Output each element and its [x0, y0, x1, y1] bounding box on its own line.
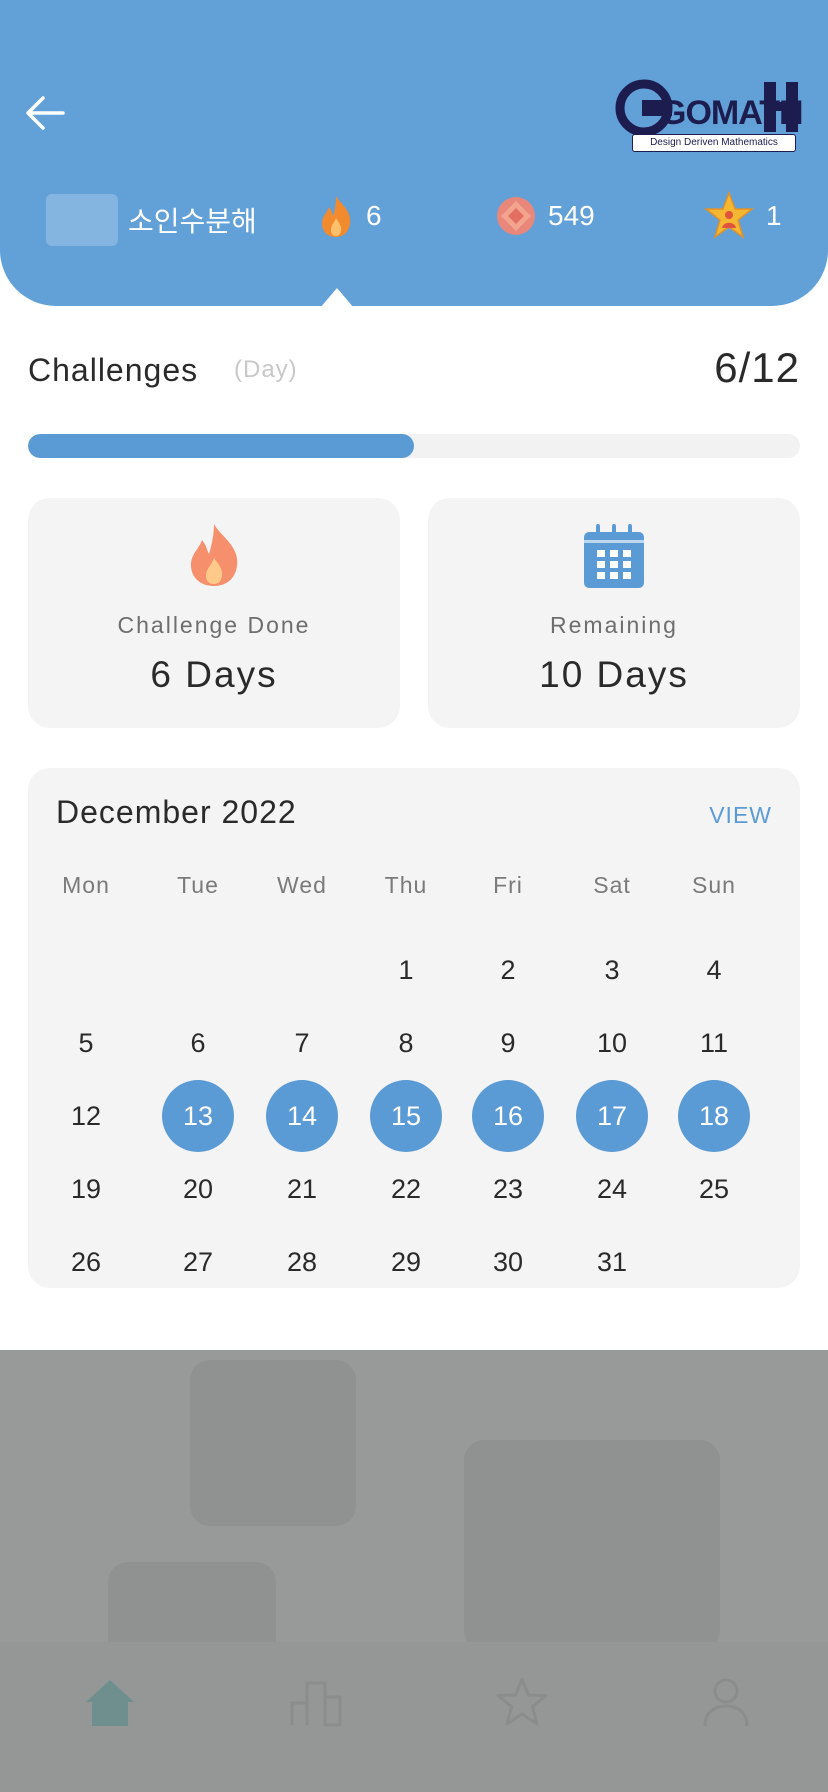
logo-tagline: Design Deriven Mathematics — [632, 134, 796, 152]
calendar-day[interactable]: 1 — [370, 934, 442, 1006]
nav-profile[interactable] — [696, 1672, 756, 1732]
calendar-day[interactable]: 2 — [472, 934, 544, 1006]
calendar-day[interactable]: 6 — [162, 1007, 234, 1079]
logo-text: GOMATH — [660, 94, 804, 132]
back-button[interactable] — [22, 90, 68, 136]
calendar-day[interactable]: 28 — [266, 1226, 338, 1298]
topic-thumbnail — [46, 194, 118, 246]
gomath-logo: GOMATH Design Deriven Mathematics — [614, 78, 804, 156]
challenges-title: Challenges — [28, 352, 199, 388]
calendar-grid: Mon Tue Wed Thu Fri Sat Sun 1 2 3 4 5 6 7 8 9 10 11 12 13 14… — [28, 768, 800, 1288]
calendar-day[interactable]: 23 — [472, 1153, 544, 1225]
card-value: 10 Days — [539, 654, 689, 695]
gem-stat: 549 — [496, 190, 595, 242]
streak-stat: 6 — [318, 190, 382, 242]
calendar-day-selected[interactable]: 17 — [576, 1080, 648, 1152]
profile-icon — [703, 1678, 749, 1727]
card-value: 6 Days — [150, 654, 278, 695]
calendar-icon — [584, 524, 644, 588]
header: GOMATH Design Deriven Mathematics 소인수분해 … — [0, 0, 828, 306]
card-label: Remaining — [550, 612, 678, 638]
progress-fill — [28, 434, 414, 458]
calendar-day-selected[interactable]: 13 — [162, 1080, 234, 1152]
weekday-label: Sun — [692, 872, 736, 898]
streak-value: 6 — [366, 200, 382, 231]
weekday-label: Wed — [277, 872, 327, 898]
calendar-day[interactable]: 19 — [50, 1153, 122, 1225]
gem-value: 549 — [548, 200, 595, 231]
weekday-label: Tue — [177, 872, 219, 898]
calendar-day[interactable]: 22 — [370, 1153, 442, 1225]
calendar-day-selected[interactable]: 18 — [678, 1080, 750, 1152]
remaining-card: Remaining 10 Days — [428, 498, 800, 728]
calendar-day[interactable]: 12 — [50, 1080, 122, 1152]
calendar-day[interactable]: 9 — [472, 1007, 544, 1079]
star-value: 1 — [766, 200, 782, 231]
calendar-day[interactable]: 24 — [576, 1153, 648, 1225]
nav-favorites[interactable] — [492, 1672, 552, 1732]
gem-icon — [497, 197, 535, 235]
calendar-day[interactable]: 20 — [162, 1153, 234, 1225]
bottom-nav — [0, 1642, 828, 1792]
weekday-label: Thu — [384, 872, 428, 898]
challenges-count: 6/12 — [714, 344, 800, 391]
weekday-label: Mon — [62, 872, 110, 898]
topic-selector[interactable]: 소인수분해 — [46, 194, 257, 246]
calendar-day[interactable]: 26 — [50, 1226, 122, 1298]
star-stat: 1 — [704, 190, 782, 242]
leaderboard-icon — [290, 1681, 342, 1727]
calendar: December 2022 VIEW Mon Tue Wed Thu Fri Sat Sun… — [28, 768, 800, 1288]
calendar-day[interactable]: 29 — [370, 1226, 442, 1298]
background-card — [464, 1440, 720, 1650]
arrow-left-icon — [26, 96, 65, 130]
challenges-subtitle: (Day) — [234, 356, 298, 383]
home-icon — [86, 1680, 134, 1726]
weekday-label: Fri — [493, 872, 523, 898]
nav-home[interactable] — [80, 1672, 140, 1732]
star-icon — [704, 191, 754, 239]
calendar-day[interactable]: 3 — [576, 934, 648, 1006]
fire-icon — [191, 524, 238, 586]
calendar-day[interactable]: 4 — [678, 934, 750, 1006]
calendar-day[interactable]: 7 — [266, 1007, 338, 1079]
challenge-done-card: Challenge Done 6 Days — [28, 498, 400, 728]
header-pointer — [320, 288, 354, 308]
calendar-day[interactable]: 8 — [370, 1007, 442, 1079]
weekday-label: Sat — [593, 872, 631, 898]
calendar-day[interactable]: 5 — [50, 1007, 122, 1079]
fire-icon — [322, 196, 351, 237]
calendar-day[interactable]: 30 — [472, 1226, 544, 1298]
card-label: Challenge Done — [117, 612, 311, 638]
calendar-day[interactable]: 10 — [576, 1007, 648, 1079]
calendar-day-selected[interactable]: 16 — [472, 1080, 544, 1152]
calendar-day-selected[interactable]: 14 — [266, 1080, 338, 1152]
calendar-day[interactable]: 27 — [162, 1226, 234, 1298]
background-card — [190, 1360, 356, 1526]
challenge-progress-bar — [28, 434, 800, 458]
calendar-day-selected[interactable]: 15 — [370, 1080, 442, 1152]
app-screen: GOMATH Design Deriven Mathematics 소인수분해 … — [0, 0, 828, 1792]
calendar-day[interactable]: 25 — [678, 1153, 750, 1225]
star-icon — [496, 1677, 548, 1726]
calendar-day[interactable]: 31 — [576, 1226, 648, 1298]
calendar-day[interactable]: 21 — [266, 1153, 338, 1225]
nav-leaderboard[interactable] — [286, 1672, 346, 1732]
calendar-day[interactable]: 11 — [678, 1007, 750, 1079]
topic-label: 소인수분해 — [128, 205, 257, 238]
